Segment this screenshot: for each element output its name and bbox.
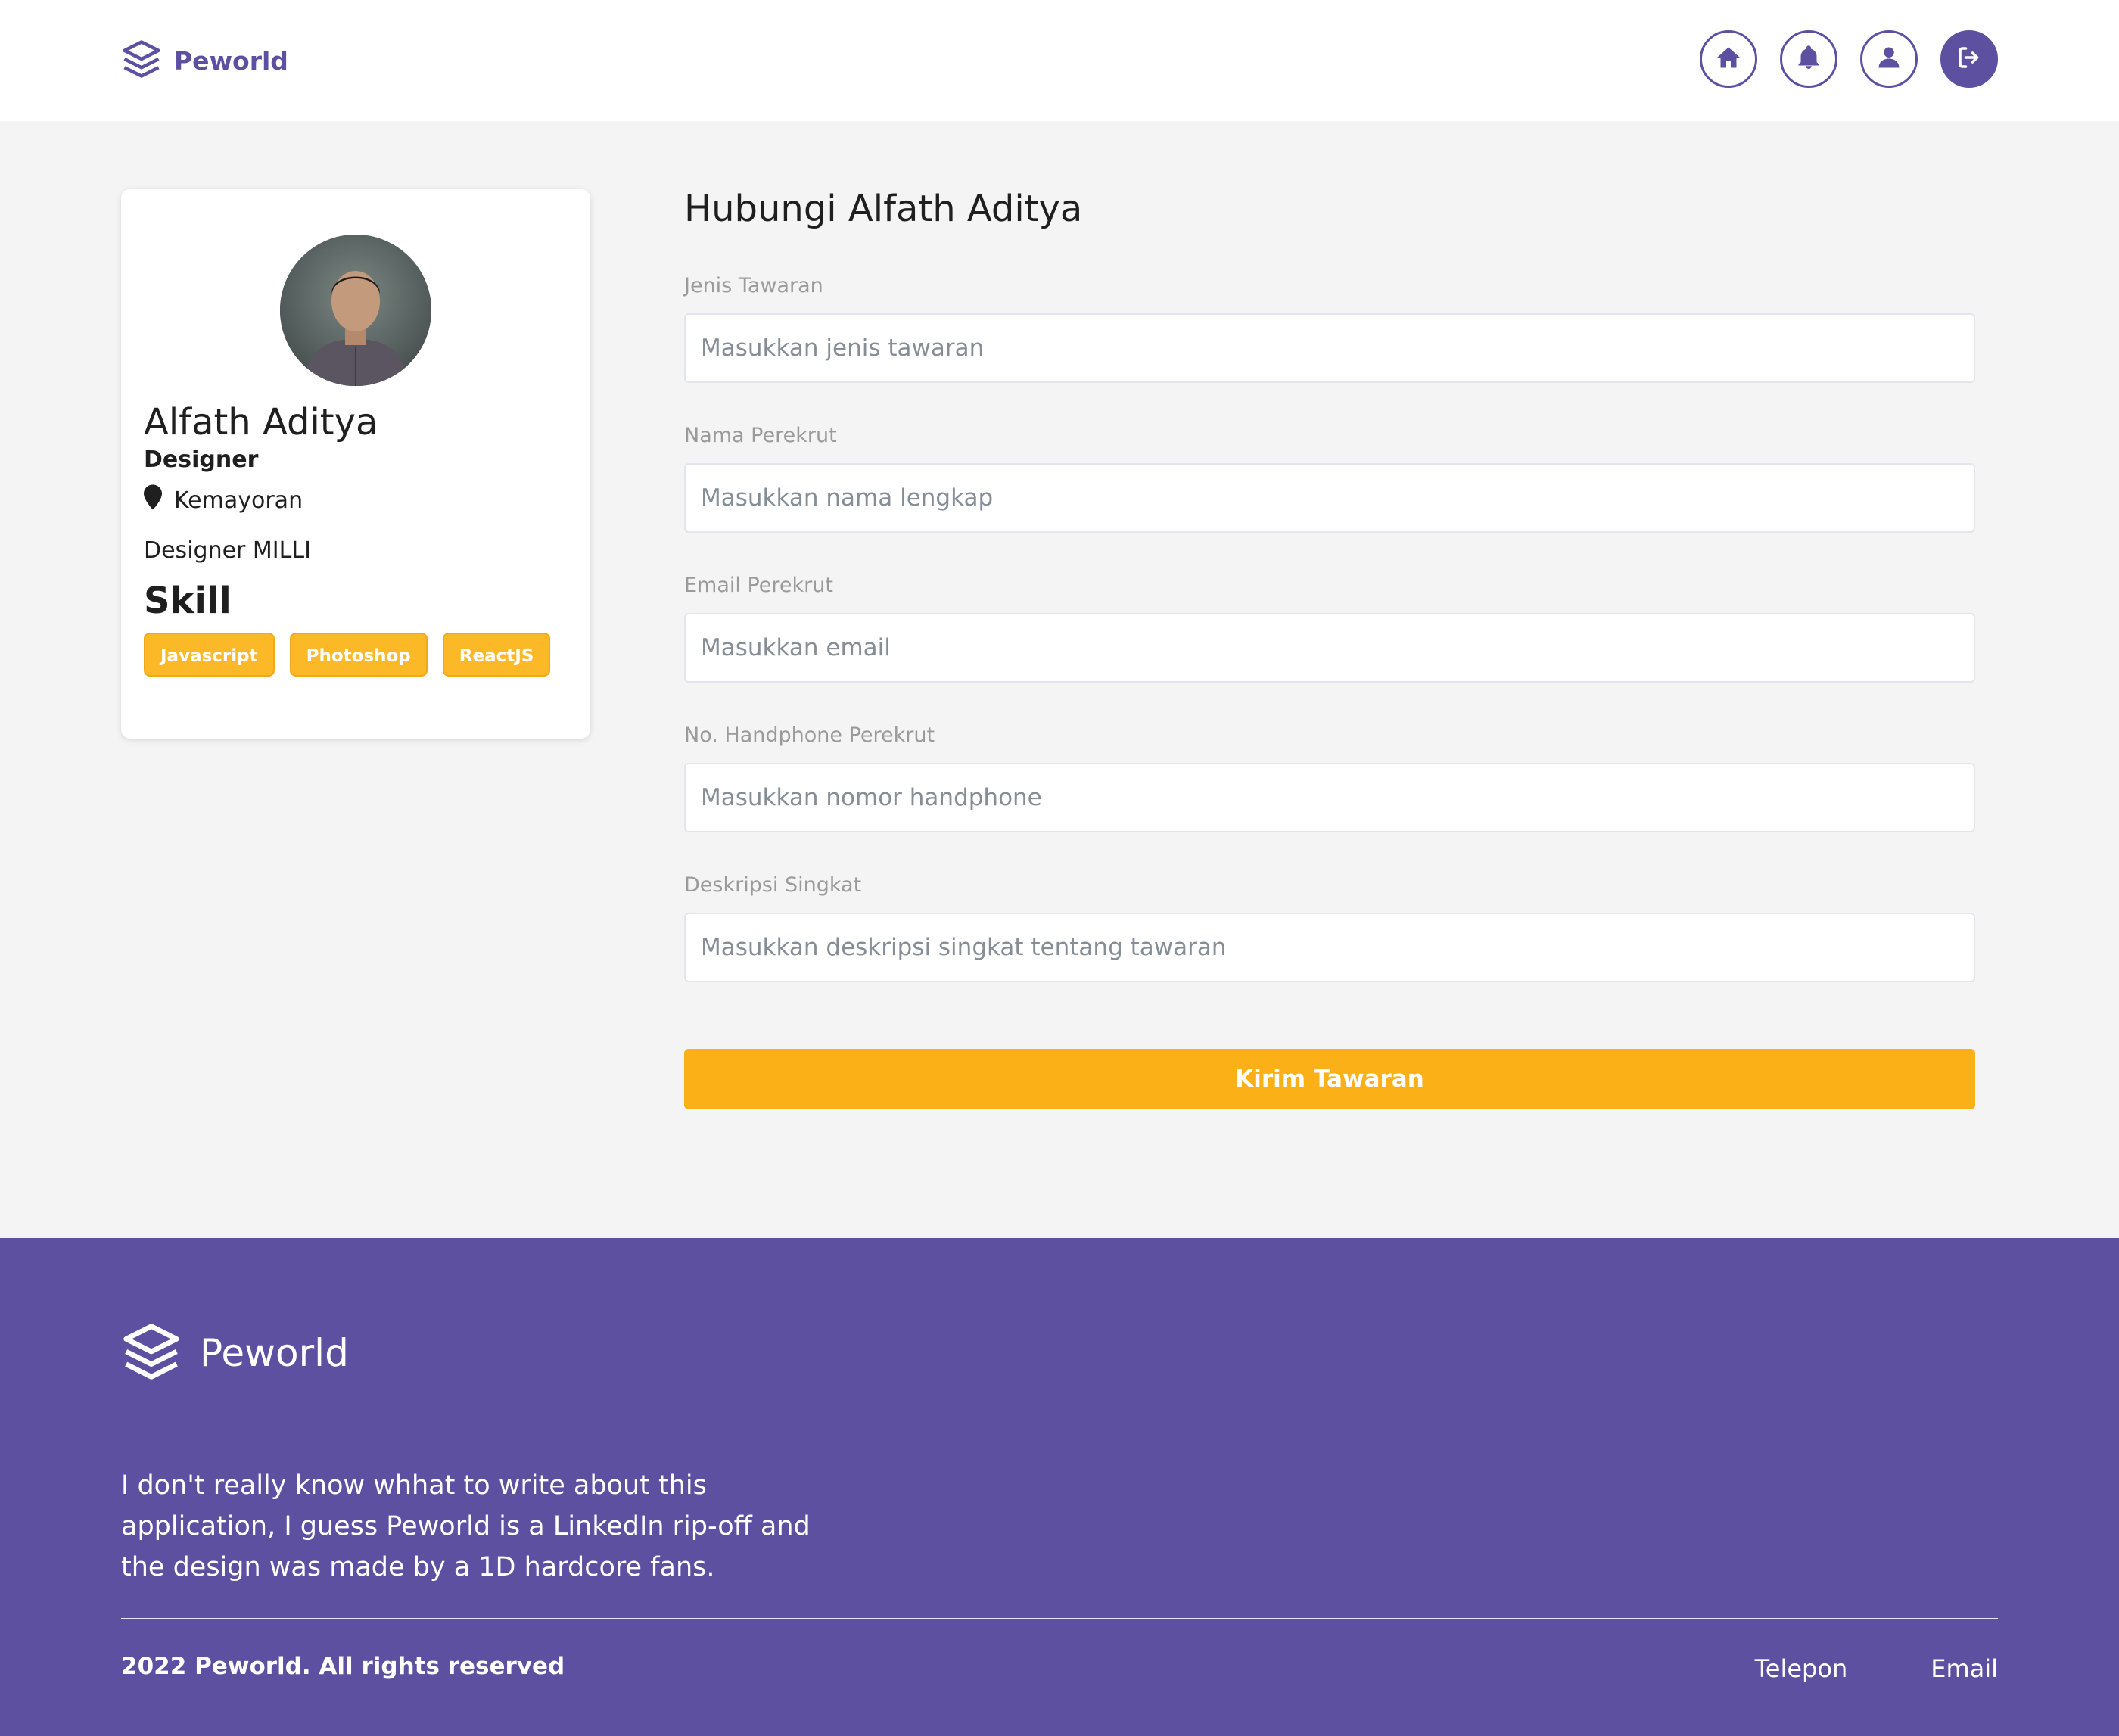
avatar [280,235,431,386]
footer-about: I don't really know whhat to write about… [121,1470,811,1582]
send-offer-button[interactable]: Kirim Tawaran [684,1049,1975,1109]
user-icon [1875,44,1903,74]
notification-button[interactable] [1780,30,1837,88]
recruiter-name-input[interactable] [684,463,1975,533]
footer-link-email[interactable]: Email [1931,1654,1998,1683]
skill-list: Javascript Photoshop ReactJS [144,633,551,677]
skill-badge: Photoshop [289,633,428,677]
offer-type-input[interactable] [684,313,1975,383]
brand-name: Peworld [174,45,288,76]
brand-logo[interactable]: Peworld [121,38,288,83]
profile-role: Designer [144,446,259,473]
logout-icon [1956,44,1983,74]
home-button[interactable] [1700,30,1757,88]
skill-badge: Javascript [144,633,275,677]
recruiter-phone-input[interactable] [684,763,1975,832]
recruiter-email-input[interactable] [684,613,1975,683]
recruiter-email-label: Email Perekrut [684,574,833,597]
profile-location: Kemayoran [144,484,303,516]
form-title: Hubungi Alfath Aditya [684,188,1083,230]
profile-button[interactable] [1860,30,1918,88]
offer-type-label: Jenis Tawaran [684,274,823,297]
skill-heading: Skill [144,580,232,622]
description-label: Deskripsi Singkat [684,873,862,897]
footer: Peworld I don't really know whhat to wri… [0,1238,2119,1736]
nav-actions [1700,30,1998,88]
footer-copyright: 2022 Peworld. All rights reserved [121,1653,565,1680]
bell-icon [1795,44,1822,74]
profile-description: Designer MILLI [144,537,311,564]
description-input[interactable] [684,913,1975,982]
layers-logo-icon [121,1321,182,1385]
recruiter-name-label: Nama Perekrut [684,424,837,447]
location-text: Kemayoran [174,487,303,514]
map-pin-icon [144,484,174,516]
footer-brand[interactable]: Peworld [121,1321,349,1385]
logout-button[interactable] [1940,30,1998,88]
footer-link-telepon[interactable]: Telepon [1755,1654,1848,1683]
profile-name: Alfath Aditya [144,401,378,443]
footer-links: Telepon Email [1755,1654,1998,1683]
layers-logo-icon [121,38,162,83]
home-icon [1715,44,1742,74]
footer-divider [121,1618,1998,1619]
skill-badge: ReactJS [442,633,551,677]
footer-brand-name: Peworld [200,1331,349,1375]
recruiter-phone-label: No. Handphone Perekrut [684,723,935,747]
navbar: Peworld [0,0,2119,121]
profile-card: Alfath Aditya Designer Kemayoran Designe… [121,189,590,739]
